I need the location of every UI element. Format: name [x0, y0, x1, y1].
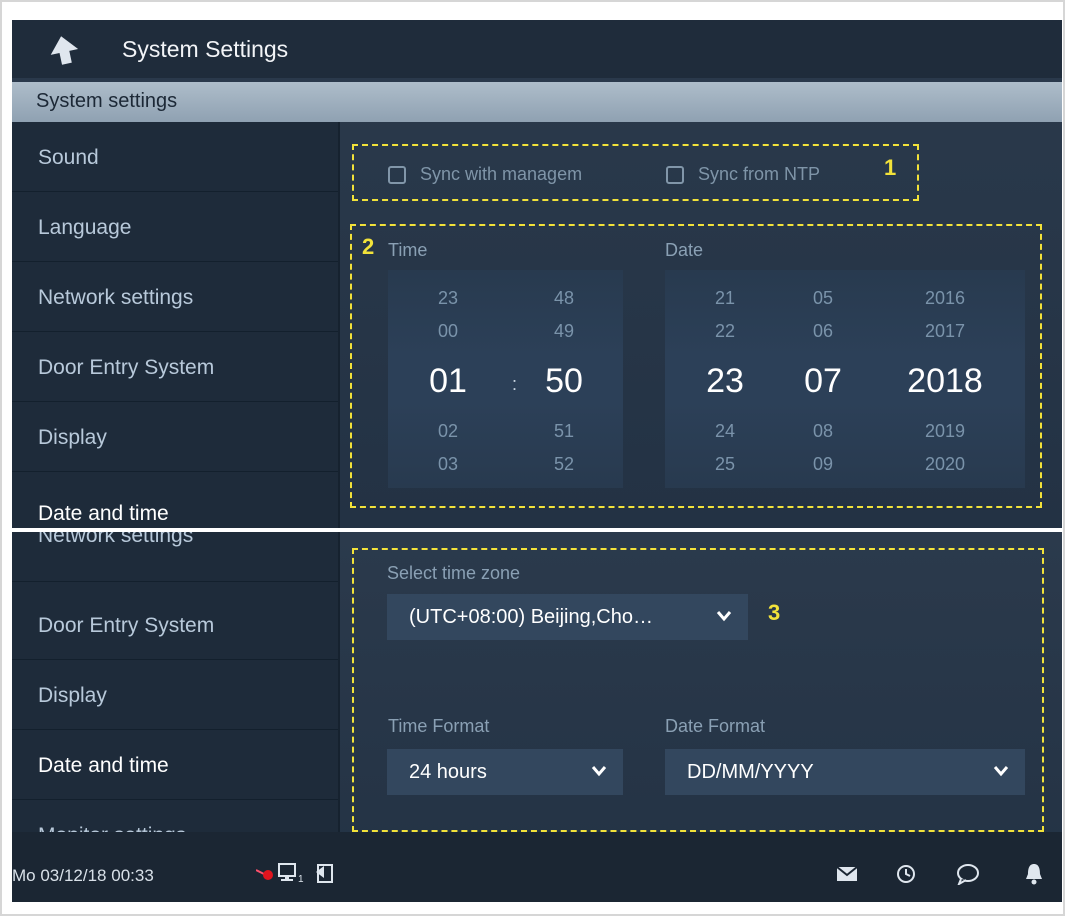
chevron-down-icon	[716, 611, 732, 622]
year-option[interactable]: 2020	[915, 454, 975, 475]
date-format-label: Date Format	[665, 716, 766, 736]
sidebar-item-language[interactable]: Language	[12, 192, 338, 262]
time-label: Time	[388, 240, 428, 260]
date-picker[interactable]: 21 22 23 24 25 05 06 07 08 09 2016 2017 …	[665, 270, 1025, 488]
sidebar-item-label: Door Entry System	[38, 356, 215, 379]
sidebar: Network settings Door Entry System Displ…	[12, 532, 338, 870]
hour-option[interactable]: 02	[418, 421, 478, 442]
month-option[interactable]: 09	[793, 454, 853, 475]
timezone-label: Select time zone	[387, 563, 521, 583]
settings-panel-bottom: Network settings Door Entry System Displ…	[12, 532, 1062, 902]
timezone-dropdown[interactable]: (UTC+08:00) Beijing,Cho…	[387, 594, 748, 640]
date-format-value: DD/MM/YYYY	[687, 760, 814, 783]
time-picker[interactable]: 23 00 01 02 03 : 48 49 50 51 52	[388, 270, 623, 488]
sidebar-item-label: Network settings	[38, 286, 194, 309]
section-title: System settings	[36, 90, 178, 112]
sidebar-item-label: Language	[38, 216, 132, 239]
title-bar: System Settings	[12, 20, 1062, 78]
message-icon[interactable]	[956, 863, 980, 885]
sidebar-item-label: Date and time	[38, 502, 169, 525]
date-label: Date	[665, 240, 704, 260]
minute-selected[interactable]: 50	[514, 362, 614, 401]
hour-selected[interactable]: 01	[398, 362, 498, 401]
month-option[interactable]: 06	[793, 321, 853, 342]
sidebar-item-display[interactable]: Display	[12, 660, 338, 730]
month-option[interactable]: 05	[793, 288, 853, 309]
sidebar-item-door-entry-system[interactable]: Door Entry System	[12, 590, 338, 660]
day-option[interactable]: 21	[695, 288, 755, 309]
callout-number-1: 1	[884, 155, 897, 180]
settings-panel-top: System Settings System settings Sound La…	[12, 20, 1062, 528]
sidebar-item-display[interactable]: Display	[12, 402, 338, 472]
sidebar-item-label: Sound	[38, 146, 99, 169]
year-option[interactable]: 2016	[915, 288, 975, 309]
day-option[interactable]: 25	[695, 454, 755, 475]
sidebar-divider	[338, 532, 340, 832]
sidebar-item-label: Display	[38, 684, 107, 707]
month-selected[interactable]: 07	[773, 362, 873, 401]
callout-number-3: 3	[768, 600, 781, 625]
sidebar-item-sound[interactable]: Sound	[12, 122, 338, 192]
checkbox-box[interactable]	[388, 165, 406, 184]
sidebar-item-network-settings[interactable]: Network settings	[12, 532, 338, 582]
date-format-dropdown[interactable]: DD/MM/YYYY	[665, 749, 1025, 795]
back-arrow-icon[interactable]	[48, 34, 80, 66]
time-format-label: Time Format	[388, 716, 490, 736]
minute-option[interactable]: 48	[534, 288, 594, 309]
month-option[interactable]: 08	[793, 421, 853, 442]
section-header: System settings	[12, 82, 1062, 122]
minute-option[interactable]: 51	[534, 421, 594, 442]
status-datetime: Mo 03/12/18 00:33	[12, 866, 154, 885]
history-icon[interactable]	[896, 864, 916, 884]
monitor-count: 1	[298, 874, 304, 885]
envelope-icon[interactable]	[836, 866, 858, 882]
page-title: System Settings	[122, 36, 289, 62]
sync-ntp-checkbox[interactable]: Sync from NTP	[666, 164, 820, 185]
callout-number-2: 2	[362, 234, 375, 259]
time-format-value: 24 hours	[409, 760, 487, 783]
door-exit-icon	[316, 864, 333, 883]
sync-management-label: Sync with managem	[420, 164, 583, 184]
minute-option[interactable]: 49	[534, 321, 594, 342]
chevron-down-icon	[591, 766, 607, 777]
sidebar-item-label: Date and time	[38, 754, 169, 777]
sidebar-item-date-and-time[interactable]: Date and time	[12, 730, 338, 800]
minute-option[interactable]: 52	[534, 454, 594, 475]
sidebar-divider	[338, 122, 340, 528]
unread-record-icon	[256, 869, 273, 880]
year-option[interactable]: 2019	[915, 421, 975, 442]
day-option[interactable]: 22	[695, 321, 755, 342]
year-option[interactable]: 2017	[915, 321, 975, 342]
year-selected[interactable]: 2018	[895, 362, 995, 401]
timezone-value: (UTC+08:00) Beijing,Cho…	[409, 605, 653, 628]
bell-icon[interactable]	[1024, 862, 1044, 886]
day-selected[interactable]: 23	[675, 362, 775, 401]
sidebar-item-label: Network settings	[38, 532, 194, 547]
sidebar: Sound Language Network settings Door Ent…	[12, 122, 338, 528]
sync-ntp-label: Sync from NTP	[698, 164, 821, 184]
status-bar: Mo 03/12/18 00:33 1	[12, 832, 1062, 902]
checkbox-box[interactable]	[666, 165, 684, 184]
sync-management-checkbox[interactable]: Sync with managem	[388, 164, 582, 185]
time-format-dropdown[interactable]: 24 hours	[387, 749, 623, 795]
hour-option[interactable]: 00	[418, 321, 478, 342]
screenshot-frame: System Settings System settings Sound La…	[0, 0, 1065, 916]
hour-option[interactable]: 23	[418, 288, 478, 309]
sidebar-item-label: Display	[38, 426, 107, 449]
sidebar-item-door-entry-system[interactable]: Door Entry System	[12, 332, 338, 402]
sidebar-item-network-settings[interactable]: Network settings	[12, 262, 338, 332]
hour-option[interactable]: 03	[418, 454, 478, 475]
chevron-down-icon	[993, 766, 1009, 777]
sidebar-item-date-and-time[interactable]: Date and time	[12, 472, 338, 528]
day-option[interactable]: 24	[695, 421, 755, 442]
sidebar-item-label: Door Entry System	[38, 614, 215, 637]
